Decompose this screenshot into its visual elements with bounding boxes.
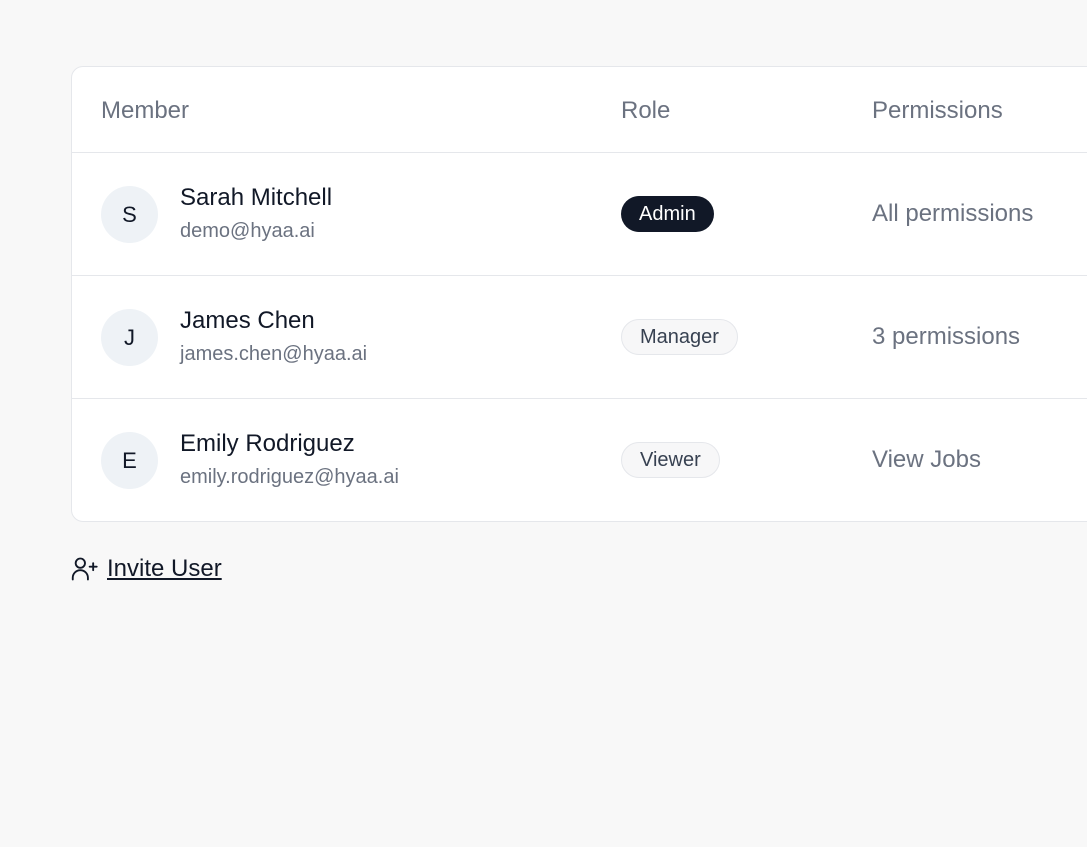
member-email: emily.rodriguez@hyaa.ai bbox=[180, 466, 399, 488]
member-email: demo@hyaa.ai bbox=[180, 220, 315, 242]
members-table: Member Role Permissions S Sarah Mitchell… bbox=[71, 66, 1087, 522]
table-header: Member Role Permissions bbox=[72, 67, 1087, 153]
member-name: James Chen bbox=[180, 307, 315, 334]
invite-user-label[interactable]: Invite User bbox=[107, 555, 222, 583]
table-row[interactable]: J James Chen james.chen@hyaa.ai Manager … bbox=[72, 276, 1087, 399]
table-row[interactable]: E Emily Rodriguez emily.rodriguez@hyaa.a… bbox=[72, 399, 1087, 521]
role-badge[interactable]: Viewer bbox=[621, 442, 720, 478]
column-header-member[interactable]: Member bbox=[101, 97, 189, 125]
table-row[interactable]: S Sarah Mitchell demo@hyaa.ai Admin All … bbox=[72, 153, 1087, 276]
invite-user-button[interactable]: Invite User bbox=[71, 555, 222, 583]
user-plus-icon bbox=[71, 557, 98, 581]
column-header-permissions[interactable]: Permissions bbox=[872, 97, 1003, 125]
permissions-text[interactable]: 3 permissions bbox=[872, 323, 1020, 351]
role-badge[interactable]: Admin bbox=[621, 196, 714, 232]
member-name: Sarah Mitchell bbox=[180, 184, 333, 211]
avatar: E bbox=[101, 432, 158, 489]
member-name: Emily Rodriguez bbox=[180, 430, 355, 457]
avatar: J bbox=[101, 309, 158, 366]
column-header-role[interactable]: Role bbox=[621, 97, 670, 125]
member-email: james.chen@hyaa.ai bbox=[180, 343, 368, 365]
role-badge[interactable]: Manager bbox=[621, 319, 738, 355]
permissions-text[interactable]: View Jobs bbox=[872, 446, 981, 474]
permissions-text[interactable]: All permissions bbox=[872, 200, 1033, 228]
avatar: S bbox=[101, 186, 158, 243]
